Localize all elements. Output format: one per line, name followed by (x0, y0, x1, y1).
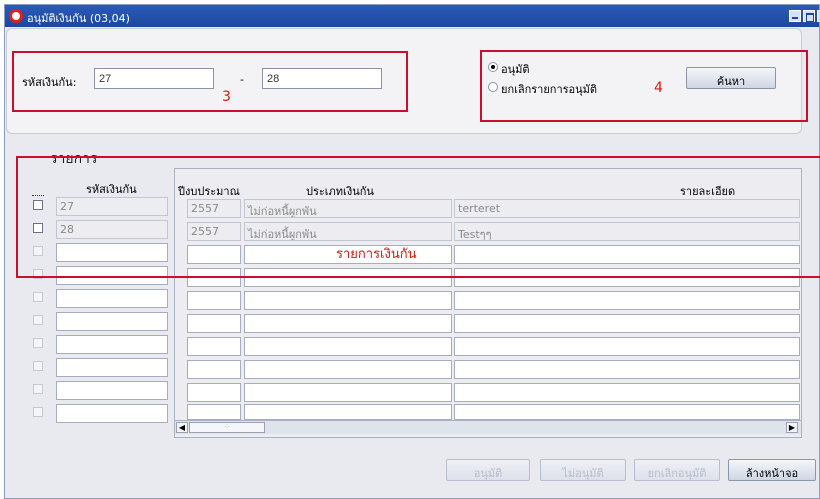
row-year-cell[interactable] (187, 337, 241, 356)
row-code-cell[interactable] (56, 289, 168, 308)
row-code-cell[interactable] (56, 404, 168, 423)
row-code-cell[interactable] (56, 335, 168, 354)
row-detail-cell[interactable] (454, 291, 800, 310)
row-detail-cell[interactable] (454, 314, 800, 333)
code-label: รหัสเงินกัน: (22, 76, 77, 89)
not-approve-button[interactable]: ไม่อนุมัติ (540, 459, 626, 481)
row-year-cell[interactable] (187, 404, 241, 420)
horizontal-scrollbar[interactable]: ◀ ⁘ ▶ (175, 420, 801, 434)
code-from-input[interactable] (94, 68, 214, 89)
cancel-approve-button[interactable]: ยกเลิกอนุมัติ (634, 459, 720, 481)
row-type-cell[interactable] (244, 360, 452, 379)
scroll-thumb[interactable]: ⁘ (189, 422, 265, 433)
row-code-cell[interactable] (56, 312, 168, 331)
title-bar: อนุมัติเงินกัน (03,04) (5, 5, 820, 27)
approve-button[interactable]: อนุมัติ (446, 459, 530, 481)
scroll-right-icon[interactable]: ▶ (786, 422, 798, 433)
approve-radio-label[interactable]: อนุมัติ (501, 60, 530, 78)
maximize-icon[interactable] (803, 10, 815, 22)
minimize-icon[interactable] (789, 10, 801, 22)
scroll-left-icon[interactable]: ◀ (176, 422, 188, 433)
row-type-cell[interactable] (244, 404, 452, 420)
window-title: อนุมัติเงินกัน (03,04) (27, 12, 130, 25)
clear-screen-button[interactable]: ล้างหน้าจอ (728, 459, 816, 481)
row-detail-cell[interactable] (454, 360, 800, 379)
row-checkbox[interactable] (33, 384, 43, 394)
row-type-cell[interactable] (244, 291, 452, 310)
row-checkbox[interactable] (33, 315, 43, 325)
row-type-cell[interactable] (244, 314, 452, 333)
range-separator: - (240, 73, 244, 86)
row-detail-cell[interactable] (454, 404, 800, 420)
code-to-input[interactable] (262, 68, 382, 89)
row-checkbox[interactable] (33, 338, 43, 348)
row-code-cell[interactable] (56, 358, 168, 377)
oracle-logo-icon (9, 9, 23, 23)
annotation-label-rows: รายการเงินกัน (336, 247, 417, 262)
row-year-cell[interactable] (187, 383, 241, 402)
row-checkbox[interactable] (33, 361, 43, 371)
row-detail-cell[interactable] (454, 383, 800, 402)
row-type-cell[interactable] (244, 337, 452, 356)
row-checkbox[interactable] (33, 407, 43, 417)
approve-radio[interactable] (488, 62, 498, 72)
cancel-approval-radio[interactable] (488, 82, 498, 92)
row-checkbox[interactable] (33, 292, 43, 302)
row-year-cell[interactable] (187, 360, 241, 379)
annotation-box-rows (16, 156, 820, 278)
row-type-cell[interactable] (244, 383, 452, 402)
row-year-cell[interactable] (187, 314, 241, 333)
cancel-approval-radio-label[interactable]: ยกเลิกรายการอนุมัติ (501, 80, 597, 98)
row-code-cell[interactable] (56, 381, 168, 400)
row-year-cell[interactable] (187, 291, 241, 310)
search-button[interactable]: ค้นหา (686, 67, 776, 89)
annotation-number-4: 4 (654, 80, 663, 96)
annotation-number-3: 3 (222, 89, 231, 105)
row-detail-cell[interactable] (454, 337, 800, 356)
